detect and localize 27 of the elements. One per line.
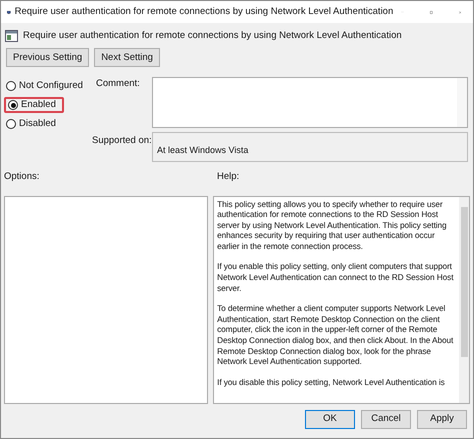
previous-setting-button[interactable]: Previous Setting xyxy=(6,48,90,68)
comment-label: Comment: xyxy=(95,77,141,92)
help-paragraph: This policy setting allows you to specify whether to require user authentication for remote connections to the RD Session Host server by using Network Level Authentication. This policy setting enhances security by requiring that user authentication occur earlier in the remote connection process. xyxy=(217,198,448,252)
dialog-button[interactable]: Apply xyxy=(417,410,467,428)
options-label: Options: xyxy=(4,170,40,184)
dialog-button[interactable]: Cancel xyxy=(361,410,411,428)
next-setting-button[interactable]: Next Setting xyxy=(94,48,160,68)
help-paragraph: If you enable this policy setting, only client computers that support Network Level Authentication can connect to the RD Session Host server. xyxy=(217,261,454,294)
scrollbar-thumb[interactable] xyxy=(460,206,468,356)
radio-button[interactable] xyxy=(6,119,16,130)
supported-on-label: Supported on: xyxy=(92,134,152,148)
comment-field[interactable] xyxy=(152,77,468,128)
radio-label[interactable]: Not Configured xyxy=(19,79,83,94)
window-title: Require user authentication for remote connections by using Network Level Authentication xyxy=(14,4,394,19)
dialog-button[interactable]: OK xyxy=(305,410,355,428)
radio-button[interactable] xyxy=(8,100,18,110)
scrollbar[interactable] xyxy=(457,78,467,128)
supported-on-value: At least Windows Vista xyxy=(157,145,248,156)
help-label: Help: xyxy=(217,170,240,184)
policy-heading: Require user authentication for remote connections by using Network Level Authentication xyxy=(23,29,402,43)
help-paragraph: To determine whether a client computer supports Network Level Authentication, start Remote Desktop Connection on the client computer, click the icon in the upper-left corner of the Remote Desktop Connection dialog box, and then click About. In the About Remote Desktop Connection dialog box, look for the phrase Network Level Authentication supported. xyxy=(217,303,454,367)
policy-icon xyxy=(5,30,18,42)
radio-button[interactable] xyxy=(6,81,16,92)
radio-label[interactable]: Enabled xyxy=(21,98,56,112)
scrollbar[interactable] xyxy=(459,196,469,402)
help-paragraph: If you disable this policy setting, Network Level Authentication is xyxy=(217,376,446,388)
radio-label[interactable]: Disabled xyxy=(19,117,56,132)
